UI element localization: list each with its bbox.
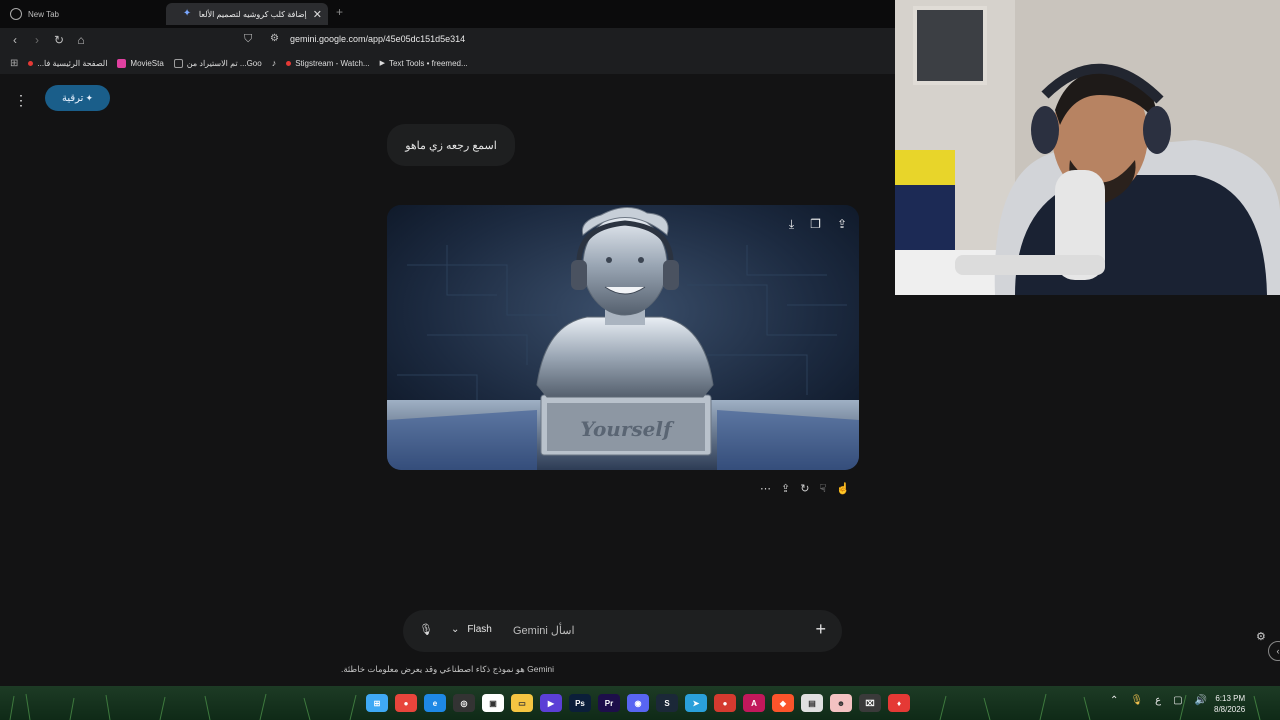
microphone-icon[interactable]: 🎙 — [419, 623, 433, 636]
app-d-icon[interactable]: ⌧ — [859, 694, 881, 712]
taskbar-apps: ⊞ ● e ◎ ▣ ▭ ▶ Ps Pr ◉ S ➤ ● A ◆ ▤ ☻ ⌧ ♦ — [366, 694, 910, 712]
webcam-feed — [895, 0, 1280, 295]
bookmark-folder[interactable]: تم الاستيراد من ...Goo — [173, 58, 262, 68]
pedestal-text: Yourself — [580, 417, 672, 441]
screen: New Tab ✦ إضافة كلب كروشيه لتصميم الألعا… — [0, 0, 1280, 720]
app-a-icon[interactable]: A — [743, 694, 765, 712]
tab-new-tab[interactable]: New Tab — [4, 3, 154, 25]
files-icon[interactable]: ▭ — [511, 694, 533, 712]
download-icon[interactable]: ⤓ — [789, 217, 794, 232]
upgrade-label: ترقية — [61, 92, 84, 104]
copy-icon[interactable]: ❐ — [810, 217, 821, 232]
collapse-chevron-icon[interactable]: ‹ — [1268, 641, 1280, 661]
bookmarks-bar: ⊞ الصفحة الرئيسية فا... MovieSta تم الاس… — [0, 52, 895, 74]
app-e-icon[interactable]: ♦ — [888, 694, 910, 712]
chrome-icon[interactable]: ● — [395, 694, 417, 712]
back-icon[interactable]: ‹ — [8, 33, 22, 47]
generated-image[interactable]: Yourself ⤓ ❐ ⇪ — [387, 205, 859, 470]
edge-icon[interactable]: e — [424, 694, 446, 712]
browser-toolbar: ‹ › ↻ ⌂ ⛉ ⚙ gemini.google.com/app/45e05d… — [0, 28, 895, 52]
sparkle-icon: ✦ — [85, 92, 93, 103]
share-icon[interactable]: ⇪ — [781, 482, 790, 495]
browser-tabstrip: New Tab ✦ إضافة كلب كروشيه لتصميم الألعا… — [0, 0, 895, 28]
bookmark-favicon — [117, 58, 127, 68]
clock-date: 8/8/2026 — [1214, 705, 1246, 714]
taskbar: ⊞ ● e ◎ ▣ ▭ ▶ Ps Pr ◉ S ➤ ● A ◆ ▤ ☻ ⌧ ♦ ⌃ 🎙 ع ▢ 🔊 6:13 PM … — [0, 686, 1280, 720]
record-icon[interactable]: ● — [714, 694, 736, 712]
network-icon[interactable]: ▢ — [1173, 695, 1182, 706]
bookmark-item[interactable]: ▶ Text Tools • freemed... — [380, 59, 468, 68]
new-tab-button[interactable]: + — [336, 5, 343, 19]
webcam-overlay — [895, 0, 1280, 295]
windows-start-icon[interactable]: ⊞ — [366, 694, 388, 712]
thumbs-down-icon[interactable]: ☟ — [819, 482, 826, 495]
tab-label: New Tab — [28, 9, 59, 19]
image-actions: ⤓ ❐ ⇪ — [789, 217, 847, 232]
app-b-icon[interactable]: ▤ — [801, 694, 823, 712]
clock-time: 6:13 PM — [1215, 694, 1246, 703]
discord-icon[interactable]: ◉ — [627, 694, 649, 712]
tray-overflow-icon[interactable]: ⌃ — [1110, 695, 1118, 706]
more-menu-icon[interactable]: ⋮ — [14, 92, 28, 109]
chrome-icon — [10, 8, 22, 20]
close-tab-icon[interactable]: ✕ — [313, 8, 322, 21]
bookmark-item[interactable]: Stigstream - Watch... — [286, 59, 370, 68]
add-attachment-icon[interactable]: + — [815, 619, 826, 640]
microphone-tray-icon[interactable]: 🎙 — [1130, 695, 1143, 706]
site-info-icon[interactable]: ⚙ — [270, 33, 279, 44]
taskbar-clock[interactable]: 6:13 PM 8/8/2026 — [1214, 693, 1245, 715]
language-indicator[interactable]: ع — [1155, 695, 1161, 706]
bookmark-item[interactable]: ♪ — [272, 58, 277, 68]
app-c-icon[interactable]: ☻ — [830, 694, 852, 712]
folder-icon — [173, 58, 183, 68]
user-prompt-bubble: اسمع رجعه زي ماهو — [387, 124, 515, 166]
store-icon[interactable]: ▣ — [482, 694, 504, 712]
photoshop-icon[interactable]: Ps — [569, 694, 591, 712]
prompt-placeholder[interactable]: اسأل Gemini — [513, 624, 575, 637]
obs-icon[interactable]: ◎ — [453, 694, 475, 712]
system-tray: ⌃ 🎙 ع ▢ 🔊 — [1110, 695, 1207, 706]
brave-icon[interactable]: ◆ — [772, 694, 794, 712]
address-bar[interactable]: gemini.google.com/app/45e05dc151d5e314 — [290, 34, 465, 44]
chevron-down-icon: ⌄ — [451, 624, 460, 635]
share-icon[interactable]: ⇪ — [837, 217, 847, 232]
response-actions: ⋯ ⇪ ↻ ☟ ☝ — [760, 482, 850, 495]
bookmark-favicon — [28, 60, 34, 66]
model-selector[interactable]: ⌄ Flash — [451, 624, 492, 635]
thumbs-up-icon[interactable]: ☝ — [836, 482, 850, 495]
gemini-spark-icon: ✦ — [182, 8, 192, 19]
home-icon[interactable]: ⌂ — [74, 33, 88, 47]
tiktok-icon: ♪ — [271, 58, 277, 68]
forward-icon[interactable]: › — [30, 33, 44, 47]
gemini-page: ⋮ ترقية ✦ اسمع رجعه زي ماهو Yourself ⤓ ❐… — [0, 74, 895, 686]
media-icon[interactable]: ▶ — [540, 694, 562, 712]
upgrade-button[interactable]: ترقية ✦ — [45, 85, 110, 111]
bookmark-item[interactable]: الصفحة الرئيسية فا... — [28, 59, 107, 68]
bookmark-favicon — [286, 60, 292, 66]
apps-grid-icon[interactable]: ⊞ — [10, 58, 18, 69]
tab-label: إضافة كلب كروشيه لتصميم الألعا — [198, 9, 307, 19]
tab-gemini[interactable]: ✦ إضافة كلب كروشيه لتصميم الألعا ✕ — [166, 3, 328, 25]
disclaimer-text: Gemini هو نموذج ذكاء اصطناعي وقد يعرض مع… — [340, 664, 555, 674]
volume-icon[interactable]: 🔊 — [1195, 695, 1207, 706]
steam-icon[interactable]: S — [656, 694, 678, 712]
settings-gear-icon[interactable]: ⚙ — [1256, 630, 1266, 643]
telegram-icon[interactable]: ➤ — [685, 694, 707, 712]
model-label: Flash — [467, 624, 492, 635]
bookmark-icon[interactable]: ⛉ — [244, 33, 252, 46]
user-prompt-text: اسمع رجعه زي ماهو — [405, 139, 497, 152]
more-options-icon[interactable]: ⋯ — [760, 482, 771, 495]
reload-icon[interactable]: ↻ — [52, 33, 66, 47]
bookmark-item[interactable]: MovieSta — [117, 58, 164, 68]
premiere-icon[interactable]: Pr — [598, 694, 620, 712]
play-icon: ▶ — [379, 60, 385, 67]
regenerate-icon[interactable]: ↻ — [800, 482, 809, 495]
prompt-input-bar[interactable]: 🎙 ⌄ Flash اسأل Gemini + — [403, 610, 842, 652]
